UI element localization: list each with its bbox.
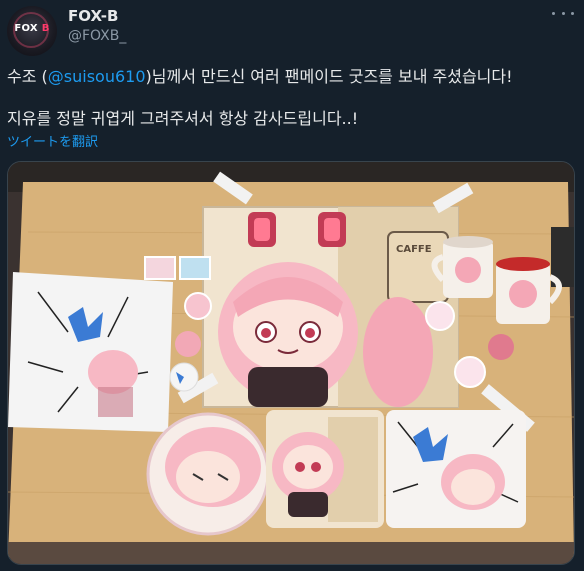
mention-link[interactable]: @suisou610 — [48, 67, 146, 86]
poster-print: CAFFE — [202, 206, 459, 408]
square-coaster-right — [386, 410, 526, 528]
cup-label: CAFFE — [396, 244, 432, 255]
square-coaster-middle — [266, 410, 384, 528]
translate-tweet-link[interactable]: ツイートを翻訳 — [7, 131, 98, 150]
tweet-text-part: )님께서 만드신 여러 팬메이드 굿즈를 보내 주셨습니다! — [145, 67, 513, 86]
display-name[interactable]: FOX-B — [68, 7, 118, 25]
tweet-text-part: 수조 ( — [7, 67, 48, 86]
sticker — [179, 256, 211, 280]
tweet-text-line: 지유를 정말 귀엽게 그려주셔서 항상 감사드립니다..! — [7, 109, 359, 128]
tweet-photo[interactable]: CAFFE — [7, 161, 575, 565]
tweet-text: 수조 (@suisou610)님께서 만드신 여러 팬메이드 굿즈를 보내 주셨… — [7, 66, 577, 128]
mug-right — [496, 257, 562, 324]
t-shirt — [8, 272, 173, 432]
sticker — [144, 256, 176, 280]
round-coaster — [146, 412, 270, 536]
avatar[interactable]: FOX B — [7, 6, 57, 56]
more-options-icon[interactable] — [552, 6, 574, 20]
mug-left — [431, 236, 493, 298]
user-handle[interactable]: @FOXB_ — [68, 28, 126, 44]
avatar-logo: FOX B — [14, 23, 50, 34]
